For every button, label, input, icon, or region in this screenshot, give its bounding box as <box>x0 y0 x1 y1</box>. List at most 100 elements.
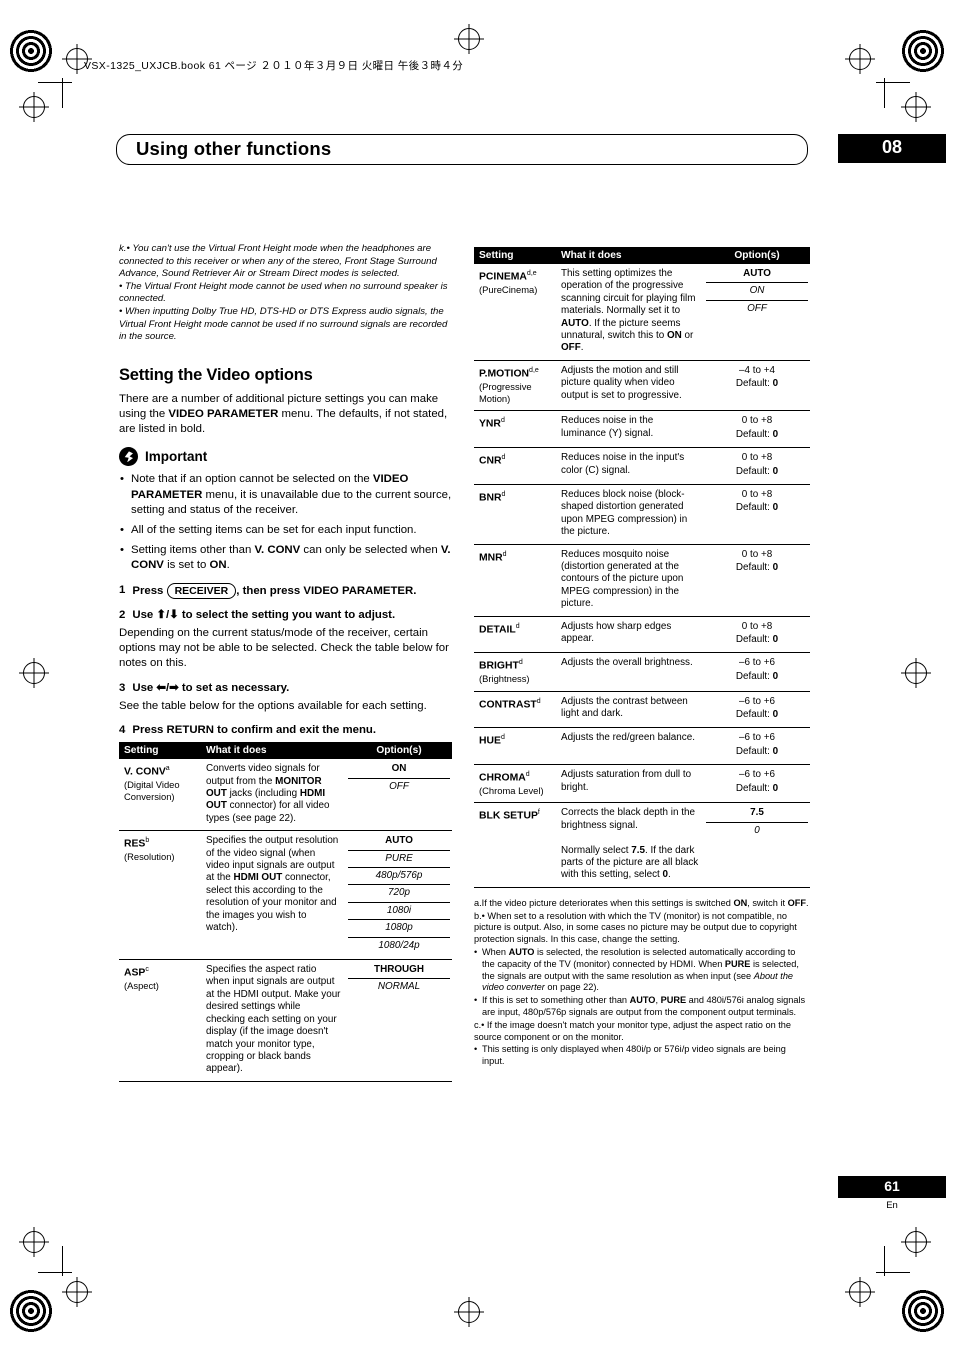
crop-target-left-middle <box>23 662 45 684</box>
setting-name: YNR <box>479 418 501 430</box>
setting-footnote-marker: b <box>145 837 150 845</box>
cell-options: AUTO ON OFF <box>704 264 810 361</box>
option-divider <box>348 936 450 938</box>
cell-description: Adjusts saturation from dull to bright. <box>556 764 704 804</box>
setting-subtitle: (Aspect) <box>124 979 159 991</box>
setting-footnote-marker: a <box>165 765 170 773</box>
footnote-k: k.• You can't use the Virtual Front Heig… <box>119 243 452 344</box>
col-header-options: Option(s) <box>346 742 452 760</box>
crop-line <box>876 1272 910 1273</box>
crop-line <box>38 82 72 83</box>
crop-target-left-upper <box>23 96 45 118</box>
cell-setting: YNRd <box>474 410 556 449</box>
option-value: 1080p <box>385 922 413 934</box>
option-default: Default: 0 <box>735 745 779 757</box>
cell-options: 0 to +8 Default: 0 <box>704 410 810 449</box>
setting-name: ASP <box>124 967 146 979</box>
option-value: 1080/24p <box>378 939 420 951</box>
crop-target-top-right <box>849 48 871 70</box>
crop-target-right-upper <box>905 96 927 118</box>
setting-subtitle: (Chroma Level) <box>479 784 544 796</box>
cell-options: ON OFF <box>346 759 452 832</box>
option-divider <box>348 919 450 921</box>
important-list: Note that if an option cannot be selecte… <box>119 472 452 573</box>
setting-subtitle: (Digital Video Conversion) <box>124 778 180 803</box>
option-range: –6 to +6 <box>739 769 775 781</box>
cell-description: Reduces mosquito noise (distortion gener… <box>556 544 704 617</box>
cell-options: AUTO PURE 480p/576p 720p 1080i 1080p 108… <box>346 830 452 961</box>
page-title: Using other functions <box>136 138 332 159</box>
option-divider <box>706 282 808 284</box>
option-value: OFF <box>747 302 767 314</box>
option-range: 0 to +8 <box>741 415 773 427</box>
setting-subtitle: (Progressive Motion) <box>479 380 532 404</box>
table-row: CONTRASTd Adjusts the contrast between l… <box>474 691 810 729</box>
option-value: 1080i <box>386 904 412 916</box>
cell-description: This setting optimizes the operation of … <box>556 264 704 361</box>
registration-mark-bottom-right <box>900 1288 946 1334</box>
option-divider <box>348 777 450 779</box>
book-file-stamp: VSX-1325_UXJCB.book 61 ページ ２０１０年３月９日 火曜日… <box>84 60 464 72</box>
video-options-table-right: Setting What it does Option(s) PCINEMAd,… <box>474 247 810 888</box>
crop-target-right-middle <box>905 662 927 684</box>
step-4: 4 Press RETURN to confirm and exit the m… <box>119 723 452 738</box>
option-value: 480p/576p <box>375 870 423 882</box>
setting-footnote-marker: c <box>145 966 149 974</box>
table-row: MNRd Reduces mosquito noise (distortion … <box>474 544 810 617</box>
setting-footnote-marker: d <box>502 550 507 558</box>
option-range: –6 to +6 <box>739 732 775 744</box>
option-default: Default: 0 <box>735 708 779 720</box>
crop-line <box>876 82 910 83</box>
table-row: CHROMAd (Chroma Level) Adjusts saturatio… <box>474 764 810 804</box>
section-heading: Setting the Video options <box>119 365 313 384</box>
table-row: DETAILd Adjusts how sharp edges appear. … <box>474 616 810 654</box>
cell-setting: V. CONVa (Digital Video Conversion) <box>119 759 201 832</box>
cell-setting: P.MOTIONd,e (Progressive Motion) <box>474 360 556 412</box>
col-header-what-it-does: What it does <box>556 247 704 264</box>
option-range: –6 to +6 <box>739 695 775 707</box>
step-1: 1 Press RECEIVER, then press VIDEO PARAM… <box>119 582 452 599</box>
col-header-setting: Setting <box>474 247 556 264</box>
setting-subtitle: (PureCinema) <box>479 283 538 295</box>
option-default: Default: 0 <box>735 465 779 477</box>
cell-setting: BRIGHTd (Brightness) <box>474 652 556 692</box>
crop-target-left-lower <box>23 1231 45 1253</box>
setting-subtitle: (Brightness) <box>479 673 530 685</box>
footnote-c-intro: c.• If the image doesn't match your moni… <box>474 1019 792 1042</box>
setting-footnote-marker: d <box>501 490 506 498</box>
option-value: NORMAL <box>377 981 421 993</box>
step-2-text: Use ⬆/⬇ to select the setting you want t… <box>132 608 396 621</box>
step-2-number: 2 <box>119 608 126 621</box>
option-value: ON <box>749 285 765 297</box>
option-default: Default: 0 <box>735 378 779 390</box>
crop-target-right-lower <box>905 1231 927 1253</box>
footnote-k-line-1: k.• You can't use the Virtual Front Heig… <box>119 243 437 280</box>
setting-name: MNR <box>479 551 503 563</box>
setting-name: V. CONV <box>124 766 166 778</box>
cell-options: –6 to +6 Default: 0 <box>704 652 810 692</box>
left-right-arrow-icon: ⬅/➡ <box>156 681 179 694</box>
option-default: Default: 0 <box>735 782 779 794</box>
cell-options: 0 to +8 Default: 0 <box>704 447 810 485</box>
step-3-text: Use ⬅/➡ to set as necessary. <box>132 681 290 694</box>
footnote-k-line-3: • When inputting Dolby True HD, DTS-HD o… <box>119 305 448 343</box>
table-row: CNRd Reduces noise in the input's color … <box>474 447 810 485</box>
setting-footnote-marker: d <box>536 697 541 705</box>
option-value: OFF <box>389 780 409 792</box>
important-label: Important <box>145 449 208 465</box>
footnote-b-line-2: When AUTO is selected, the resolution is… <box>474 947 810 994</box>
crop-target-bottom-left <box>66 1281 88 1303</box>
cell-setting: DETAILd <box>474 616 556 654</box>
cell-description: Adjusts the motion and still picture qua… <box>556 360 704 412</box>
setting-footnote-marker: d <box>500 734 505 742</box>
option-divider <box>706 299 808 301</box>
option-value: 7.5 <box>750 807 764 819</box>
setting-footnote-marker: d <box>518 659 523 667</box>
setting-name: P.MOTION <box>479 368 530 380</box>
setting-footnote-marker: d <box>525 771 530 779</box>
chapter-number: 08 <box>881 137 903 157</box>
cell-setting: BNRd <box>474 484 556 545</box>
option-value: 0 <box>754 824 760 836</box>
receiver-key: RECEIVER <box>166 582 237 599</box>
option-value: ON <box>391 763 407 775</box>
